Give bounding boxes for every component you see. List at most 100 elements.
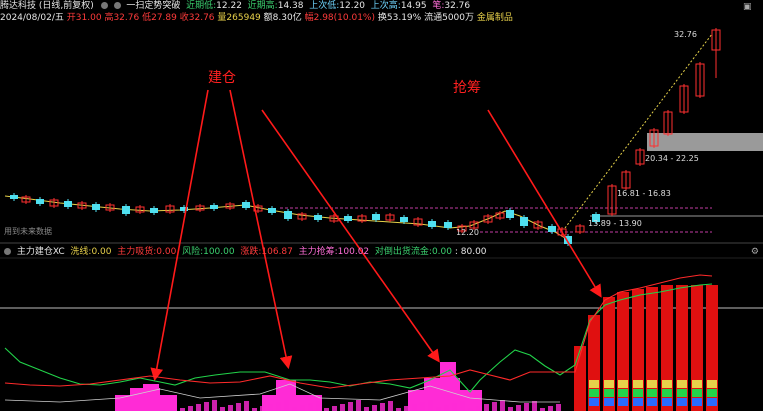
volume-tick <box>420 402 425 411</box>
vol-value: 265949 <box>226 13 261 23</box>
volume-tick <box>228 405 233 411</box>
indicator-bars <box>115 285 718 411</box>
volume-tick <box>196 404 201 411</box>
candle <box>506 210 514 218</box>
candle <box>10 195 18 199</box>
grab-bar-segment <box>618 389 628 397</box>
sector[interactable]: 金属制品 <box>477 13 513 23</box>
low-recent-label: 近期低: <box>186 1 217 11</box>
grab-label: 主力抢筹: <box>298 247 338 257</box>
turn-label: 换 <box>377 13 387 23</box>
stock-name[interactable]: 腾达科技 (日线,前复权) <box>0 1 94 11</box>
volume-tick <box>188 406 193 411</box>
volume-tick <box>276 402 281 411</box>
float-value: 5000万 <box>442 13 475 23</box>
volume-tick <box>308 403 313 411</box>
candle <box>92 204 100 210</box>
grab-bar-segment <box>633 389 643 397</box>
suck-value: 0.00 <box>156 247 177 257</box>
volume-tick <box>532 401 537 411</box>
candlesticks <box>10 28 721 246</box>
candle <box>428 221 436 227</box>
volume-tick <box>548 406 553 411</box>
dot-icon <box>100 2 108 9</box>
prev-low-label: 上次低: <box>309 1 340 11</box>
risk-value: 100.00 <box>203 247 235 257</box>
indicator-title[interactable]: 主力建仓XC <box>17 247 65 257</box>
price-range2-label: 16.81 - 16.83 <box>617 189 671 198</box>
grab-bar-segment <box>707 380 717 388</box>
grab-bar-segment <box>677 380 687 388</box>
turn-value: 53.19% <box>386 13 422 23</box>
dot-icon <box>113 2 121 9</box>
price-low-label: 12.20 <box>456 228 479 237</box>
grab-bar-segment <box>604 398 614 406</box>
grab-bar-segment <box>692 398 702 406</box>
chart-canvas: 32.76 20.34 - 22.25 16.81 - 16.83 13.89 … <box>0 28 763 411</box>
annotation-qiangchou: 抢筹 <box>453 79 481 96</box>
close-label: 收 <box>179 13 189 23</box>
volume-tick <box>220 407 225 411</box>
volume-tick <box>516 405 521 411</box>
candle <box>242 202 250 208</box>
prev-low-value: 12.20 <box>339 1 366 11</box>
volume-tick <box>364 407 369 411</box>
menu-icon[interactable]: ▣ <box>743 2 755 12</box>
indicator-name[interactable]: 一扫定势突破 <box>126 1 180 11</box>
volume-tick <box>372 405 377 411</box>
low-value: 27.89 <box>151 13 177 23</box>
grab-bar-segment <box>662 398 672 406</box>
candle <box>344 216 352 221</box>
amt-label: 额 <box>263 13 273 23</box>
volume-tick <box>476 406 481 411</box>
high-recent-label: 近期高: <box>247 1 278 11</box>
candle <box>64 201 72 207</box>
volume-tick <box>428 400 433 411</box>
chg-label: 幅 <box>304 13 314 23</box>
volume-tick <box>436 407 441 411</box>
volume-tick <box>212 400 217 411</box>
annotation-jiancang: 建仓 <box>208 70 236 86</box>
candle <box>122 206 130 214</box>
grab-bar-segment <box>677 389 687 397</box>
grab-bar-segment <box>677 398 687 406</box>
grab-bar-segment <box>589 380 599 388</box>
price-top-label: 32.76 <box>674 30 697 39</box>
high-recent-value: 14.38 <box>277 1 304 11</box>
candle <box>314 215 322 220</box>
grab-bar-segment <box>647 380 657 388</box>
flow-value: 0.00 <box>431 247 452 257</box>
volume-tick <box>332 406 337 411</box>
volume-tick <box>404 406 409 411</box>
volume-tick <box>388 401 393 411</box>
future-data-note: 用到未来数据 <box>4 227 52 236</box>
volume-tick <box>300 405 305 411</box>
annotation-arrows <box>150 89 602 382</box>
pen-value: 32.76 <box>444 1 471 11</box>
grab-bar-segment <box>647 398 657 406</box>
grab-bar-segment <box>618 398 628 406</box>
volume-tick <box>260 406 265 411</box>
grab-bar-segment <box>589 398 599 406</box>
accumulation-bar <box>143 384 159 411</box>
volume-tick <box>484 404 489 411</box>
volume-tick <box>244 401 249 411</box>
volume-tick <box>356 400 361 411</box>
candle <box>400 217 408 222</box>
gear-icon[interactable]: ⚙ <box>751 247 759 257</box>
grab-bar-segment <box>633 380 643 388</box>
open-label: 开 <box>66 13 76 23</box>
grab-bar-segment <box>633 398 643 406</box>
flow-label: 对倒出货流金: <box>374 247 432 257</box>
indicator-header: 主力建仓XC 洗线:0.00 主力吸货:0.00 风险:100.00 涨跌:10… <box>0 246 487 258</box>
volume-tick <box>348 402 353 411</box>
pen-label: 笔: <box>432 1 445 11</box>
grab-bar-segment <box>662 389 672 397</box>
grab-bar-segment <box>692 389 702 397</box>
candle <box>444 222 452 228</box>
volume-tick <box>556 404 561 411</box>
chg-value: 2.98(10.01%) <box>313 13 375 23</box>
candle <box>548 226 556 232</box>
prev-high-label: 上次高: <box>370 1 401 11</box>
grab-bar-segment <box>604 389 614 397</box>
